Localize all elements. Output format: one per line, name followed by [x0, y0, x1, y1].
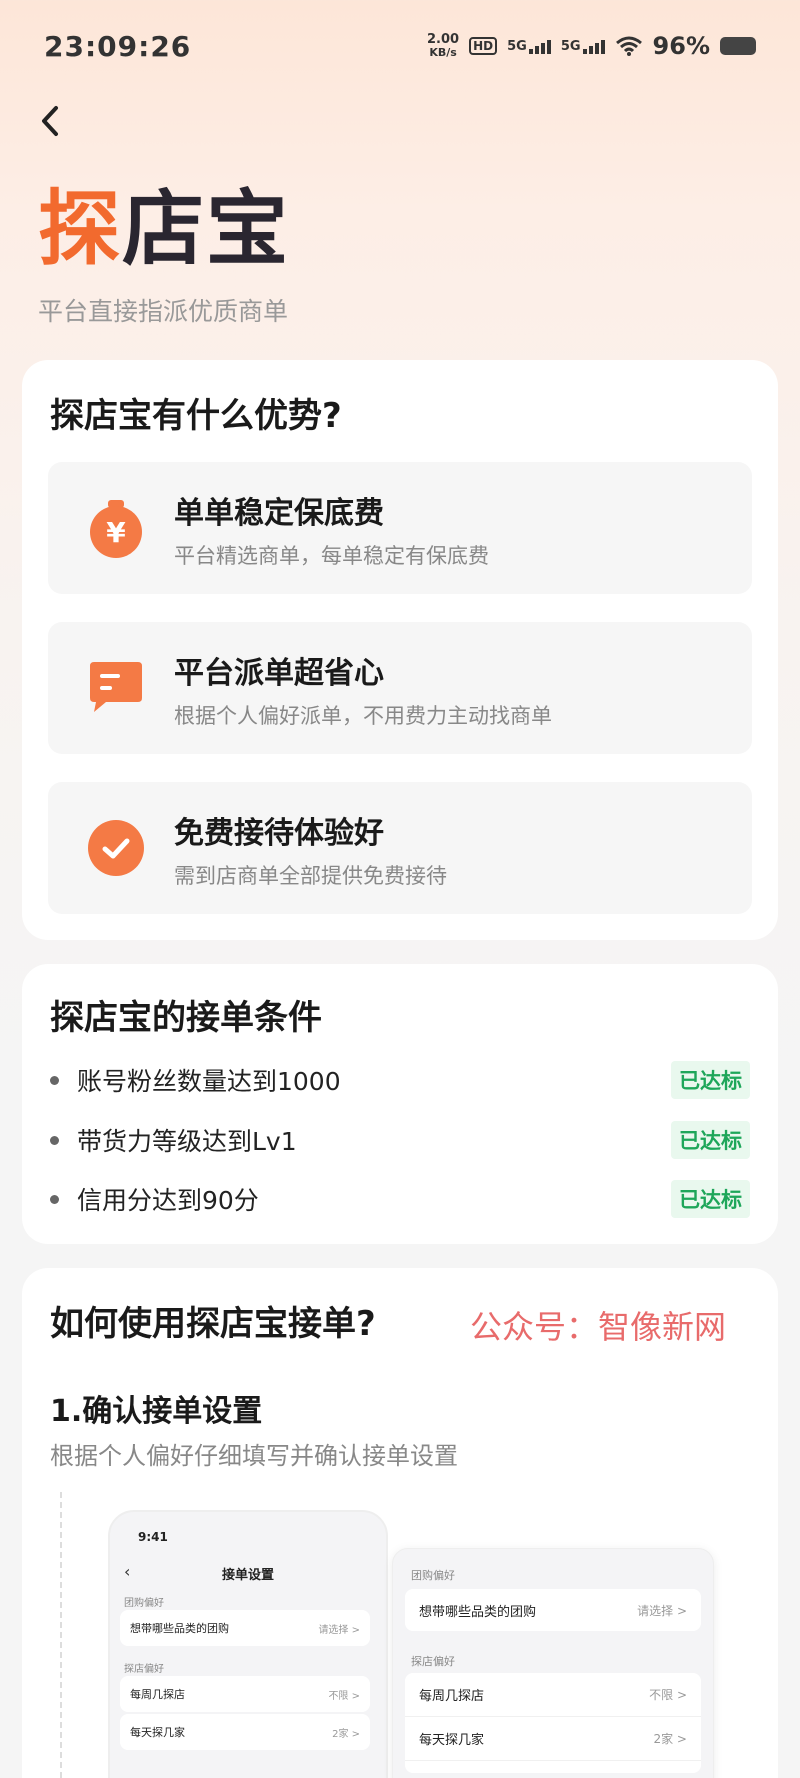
- advantages-card: 探店宝有什么优势? ¥ 单单稳定保底费 平台精选商单，每单稳定有保底费 平台派单…: [22, 360, 778, 940]
- signal-sim1-icon: 5G: [507, 38, 551, 54]
- watermark-text: 公众号：智像新网: [470, 1308, 727, 1346]
- mock-row: 想带哪些品类的团购 请选择 >: [120, 1610, 370, 1646]
- battery-icon: [720, 37, 756, 55]
- status-badge: 已达标: [671, 1121, 750, 1159]
- condition-item: 账号粉丝数量达到1000 已达标: [50, 1060, 750, 1100]
- settings-panel-mockup: 团购偏好 想带哪些品类的团购 请选择 > 探店偏好 每周几探店 不限 > 每天探…: [392, 1548, 714, 1778]
- conditions-card: 探店宝的接单条件 账号粉丝数量达到1000 已达标 带货力等级达到Lv1 已达标…: [22, 964, 778, 1244]
- status-bar: 23:09:26 2.00 KB/s HD 5G 5G 96%: [0, 0, 800, 92]
- mock-row-list: 每周几探店 不限 > 每天探几家 2家 >: [405, 1673, 701, 1773]
- svg-text:¥: ¥: [106, 516, 126, 549]
- condition-item: 带货力等级达到Lv1 已达标: [50, 1120, 750, 1160]
- chevron-left-icon: [42, 106, 58, 136]
- mock-row: 每天探几家 2家 >: [405, 1717, 701, 1761]
- step-title: 1.确认接单设置: [50, 1394, 263, 1429]
- status-time: 23:09:26: [44, 29, 192, 63]
- bullet: [50, 1075, 59, 1085]
- step-description: 根据个人偏好仔细填写并确认接单设置: [50, 1442, 458, 1470]
- advantage-item: ¥ 单单稳定保底费 平台精选商单，每单稳定有保底费: [48, 462, 752, 594]
- battery-percent: 96%: [652, 32, 710, 60]
- mock-row: 想带哪些品类的团购 请选择 >: [405, 1589, 701, 1631]
- bullet: [50, 1135, 59, 1145]
- bullet: [50, 1194, 59, 1204]
- mock-row: 每周几探店 不限 >: [120, 1676, 370, 1712]
- money-bag-icon: ¥: [90, 500, 142, 558]
- back-button[interactable]: [26, 96, 76, 146]
- signal-sim2-icon: 5G: [561, 38, 605, 54]
- dashed-divider: [60, 1492, 62, 1778]
- message-icon: [90, 662, 142, 712]
- advantage-item: 免费接待体验好 需到店商单全部提供免费接待: [48, 782, 752, 914]
- wifi-icon: [615, 36, 642, 56]
- advantage-item: 平台派单超省心 根据个人偏好派单，不用费力主动找商单: [48, 622, 752, 754]
- hd-voice-icon: HD: [469, 37, 498, 55]
- settings-preview-illustration: 9:41 ‹ 接单设置 团购偏好 想带哪些品类的团购 请选择 > 探店偏好 每周…: [58, 1492, 748, 1778]
- advantages-title: 探店宝有什么优势?: [50, 396, 342, 436]
- howto-title: 如何使用探店宝接单?: [50, 1304, 376, 1344]
- phone-mockup: 9:41 ‹ 接单设置 团购偏好 想带哪些品类的团购 请选择 > 探店偏好 每周…: [108, 1510, 388, 1778]
- status-badge: 已达标: [671, 1061, 750, 1099]
- condition-item: 信用分达到90分 已达标: [50, 1179, 750, 1219]
- mock-row: 每天探几家 2家 >: [120, 1714, 370, 1750]
- check-circle-icon: [88, 820, 144, 876]
- status-icons: 2.00 KB/s HD 5G 5G 96%: [427, 32, 756, 60]
- conditions-title: 探店宝的接单条件: [50, 998, 322, 1038]
- mock-row: 每周几探店 不限 >: [405, 1673, 701, 1717]
- network-speed: 2.00 KB/s: [427, 32, 460, 59]
- page-subtitle: 平台直接指派优质商单: [38, 297, 289, 326]
- app-logo: 探店宝: [38, 182, 291, 277]
- status-badge: 已达标: [671, 1180, 750, 1218]
